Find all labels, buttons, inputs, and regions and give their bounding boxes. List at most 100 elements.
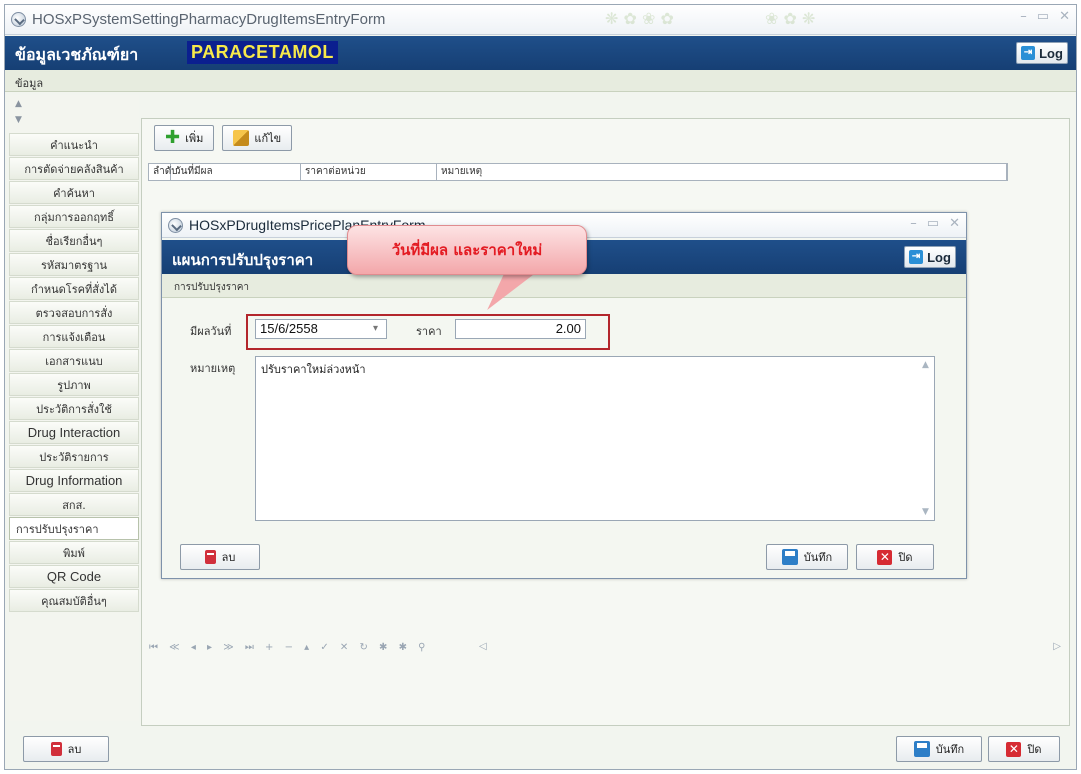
scroll-left-icon[interactable]: ◁ (479, 641, 487, 652)
highlight-box (246, 314, 610, 350)
column-header-notes[interactable]: หมายเหตุ (437, 164, 1007, 180)
sidebar-item-label: เอกสารแนบ (45, 354, 103, 368)
add-button-label: เพิ่ม (185, 132, 204, 145)
sidebar-item[interactable]: ชื่อเรียกอื่นๆ (9, 229, 139, 252)
dialog-save-button[interactable]: บันทึก (766, 544, 848, 570)
butterfly-watermark-icon: ❀ ✿ ❋ (765, 9, 816, 28)
add-button[interactable]: ✚ เพิ่ม (154, 125, 215, 151)
window-controls: – ▭ ✕ (1020, 9, 1070, 24)
dialog-close-button[interactable]: ✕ ปิด (856, 544, 934, 570)
sidebar-item[interactable]: กลุ่มการออกฤทธิ์ (9, 205, 139, 228)
sidebar-item[interactable]: รูปภาพ (9, 373, 139, 396)
sidebar-item-label: ประวัติการสั่งใช้ (36, 402, 112, 416)
scroll-right-icon[interactable]: ▷ (1053, 641, 1061, 652)
sidebar-item[interactable]: การตัดจ่ายคลังสินค้า (9, 157, 139, 180)
sidebar-item-label: QR Code (46, 569, 102, 584)
sidebar-item[interactable]: กำหนดโรคที่สั่งได้ (9, 277, 139, 300)
navigator-icons[interactable]: ⏮ ≪ ◂ ▸ ≫ ⏭ + − ▴ ✓ ✕ ↻ ✱ ✱ ⚲ (149, 642, 429, 653)
sidebar-item[interactable]: ตรวจสอบการสั่ง (9, 301, 139, 324)
sidebar-item-label: การปรับปรุงราคา (16, 522, 99, 536)
close-button-label: ปิด (1027, 743, 1042, 756)
sidebar-item[interactable]: Drug Interaction (9, 421, 139, 444)
dialog-save-button-label: บันทึก (803, 551, 833, 564)
price-grid-header: ลำดับ วันที่มีผล ราคาต่อหน่วย หมายเหตุ (148, 163, 1008, 181)
notes-value: ปรับราคาใหม่ล่วงหน้า (261, 363, 366, 376)
sidebar-item[interactable]: การปรับปรุงราคา (9, 517, 139, 540)
trash-icon (204, 550, 216, 564)
scroll-up-icon[interactable]: ▲ (922, 360, 929, 370)
sidebar-list: คำแนะนำการตัดจ่ายคลังสินค้าคำค้นหากลุ่มก… (9, 133, 139, 612)
bottom-bar: ลบ บันทึก ✕ ปิด (5, 727, 1076, 769)
sidebar-item[interactable]: คุณสมบัติอื่นๆ (9, 589, 139, 612)
log-icon: ⇥ (1021, 46, 1036, 60)
sidebar-item[interactable]: เอกสารแนบ (9, 349, 139, 372)
column-header-unit-price[interactable]: ราคาต่อหน่วย (301, 164, 437, 180)
sidebar-item-label: Drug Information (25, 473, 123, 488)
sidebar-item-label: รูปภาพ (57, 378, 91, 392)
trash-icon (50, 742, 62, 756)
record-navigator: ⏮ ≪ ◂ ▸ ≫ ⏭ + − ▴ ✓ ✕ ↻ ✱ ✱ ⚲ ◁ ▷ (9, 640, 1069, 656)
sidebar-item[interactable]: Drug Information (9, 469, 139, 492)
dialog-close-icon[interactable]: ✕ (949, 216, 960, 231)
dialog-minimize-icon[interactable]: – (910, 216, 917, 231)
dialog-delete-button-label: ลบ (221, 551, 236, 564)
close-button[interactable]: ✕ ปิด (988, 736, 1060, 762)
column-header-order[interactable]: ลำดับ (149, 164, 178, 180)
toolbar: ✚ เพิ่ม แก้ไข (154, 125, 293, 151)
sidebar-item[interactable]: การแจ้งเตือน (9, 325, 139, 348)
log-button[interactable]: ⇥ Log (1016, 42, 1068, 64)
sidebar-item-label: รหัสมาตรฐาน (40, 258, 108, 272)
delete-button-label: ลบ (67, 743, 82, 756)
sidebar-item-label: พิมพ์ (63, 546, 85, 560)
app-icon (11, 12, 26, 27)
sidebar-item[interactable]: รหัสมาตรฐาน (9, 253, 139, 276)
window-title: HOSxPSystemSettingPharmacyDrugItemsEntry… (32, 11, 386, 28)
close-x-icon: ✕ (1006, 741, 1022, 757)
plus-icon: ✚ (165, 127, 181, 148)
close-icon[interactable]: ✕ (1059, 9, 1070, 24)
scroll-down-icon[interactable]: ▼ (15, 115, 22, 125)
menu-item-data[interactable]: ข้อมูล (15, 74, 43, 92)
sidebar-item[interactable]: ประวัติรายการ (9, 445, 139, 468)
edit-button[interactable]: แก้ไข (222, 125, 293, 151)
delete-button[interactable]: ลบ (23, 736, 109, 762)
dialog-maximize-icon[interactable]: ▭ (927, 216, 939, 231)
sidebar-item[interactable]: สกส. (9, 493, 139, 516)
save-icon (913, 741, 930, 757)
sidebar-scroll[interactable]: ▲ ▼ (9, 95, 139, 133)
notes-label: หมายเหตุ (190, 362, 236, 375)
dialog-close-button-label: ปิด (898, 551, 913, 564)
log-icon: ⇥ (909, 250, 924, 264)
sidebar-item-label: ตรวจสอบการสั่ง (35, 306, 113, 320)
save-icon (781, 549, 798, 565)
dialog-log-button[interactable]: ⇥ Log (904, 246, 956, 268)
sidebar-item-label: คำค้นหา (53, 186, 95, 200)
log-button-label: Log (1039, 45, 1063, 61)
dialog-header-title: แผนการปรับปรุงราคา (172, 251, 314, 269)
maximize-icon[interactable]: ▭ (1037, 9, 1049, 24)
sidebar-item[interactable]: คำค้นหา (9, 181, 139, 204)
dialog-log-button-label: Log (927, 249, 951, 265)
sidebar-item-label: ชื่อเรียกอื่นๆ (45, 234, 103, 248)
sidebar-item[interactable]: พิมพ์ (9, 541, 139, 564)
save-button[interactable]: บันทึก (896, 736, 982, 762)
drug-name: PARACETAMOL (187, 41, 338, 64)
column-header-effective-date[interactable]: วันที่มีผล (171, 164, 301, 180)
minimize-icon[interactable]: – (1020, 9, 1027, 24)
scroll-up-icon[interactable]: ▲ (15, 99, 22, 109)
sidebar-item-label: สกส. (62, 498, 86, 512)
form-header: ข้อมูลเวชภัณฑ์ยา PARACETAMOL ⇥ Log (5, 36, 1076, 70)
sidebar: ▲ ▼ คำแนะนำการตัดจ่ายคลังสินค้าคำค้นหากล… (9, 95, 139, 721)
sidebar-item[interactable]: ประวัติการสั่งใช้ (9, 397, 139, 420)
dialog-delete-button[interactable]: ลบ (180, 544, 260, 570)
edit-button-label: แก้ไข (254, 132, 282, 145)
form-title: ข้อมูลเวชภัณฑ์ยา (15, 45, 139, 64)
effective-date-label: มีผลวันที่ (190, 325, 232, 338)
notes-scrollbar[interactable]: ▲ ▼ (922, 360, 932, 517)
scroll-down-icon[interactable]: ▼ (922, 507, 929, 517)
sidebar-item-label: การตัดจ่ายคลังสินค้า (24, 162, 124, 176)
sidebar-item[interactable]: คำแนะนำ (9, 133, 139, 156)
notes-textarea[interactable]: ปรับราคาใหม่ล่วงหน้า ▲ ▼ (255, 356, 935, 521)
sidebar-item[interactable]: QR Code (9, 565, 139, 588)
sidebar-item-label: กำหนดโรคที่สั่งได้ (31, 282, 117, 296)
